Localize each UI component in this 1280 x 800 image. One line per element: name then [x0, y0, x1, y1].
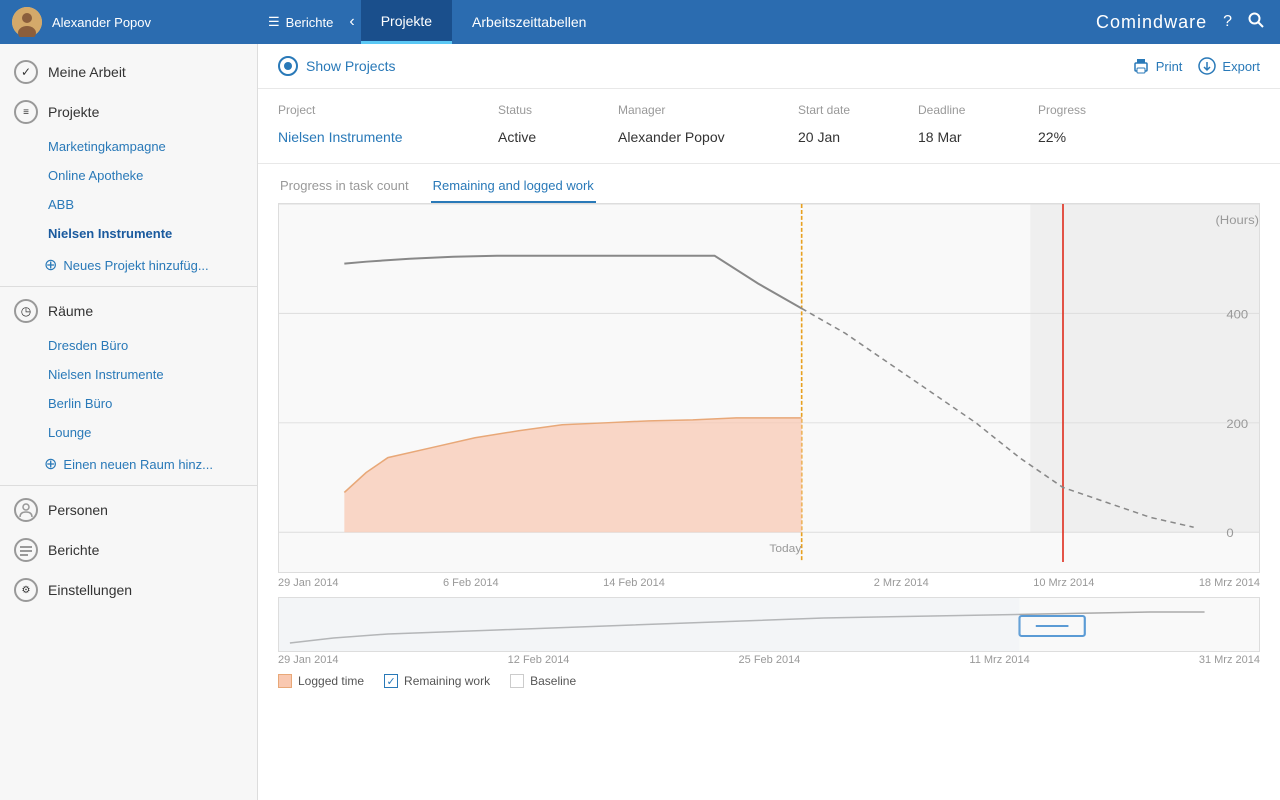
sidebar-item-projekte[interactable]: ≡ Projekte — [0, 92, 257, 132]
chart-svg: (Hours) 400 200 0 Today — [279, 204, 1259, 572]
svg-text:400: 400 — [1226, 308, 1248, 321]
sidebar-section-main: ✓ Meine Arbeit ≡ Projekte Marketingkampa… — [0, 44, 257, 618]
sidebar-item-nielsen-instrumente[interactable]: Nielsen Instrumente — [0, 219, 257, 248]
project-deadline: 18 Mar — [918, 129, 1038, 145]
einstellungen-icon: ⚙ — [14, 578, 38, 602]
top-nav-left: Alexander Popov — [0, 7, 258, 37]
sidebar: ✓ Meine Arbeit ≡ Projekte Marketingkampa… — [0, 44, 258, 800]
meine-arbeit-icon: ✓ — [14, 60, 38, 84]
raeume-icon: ◷ — [14, 299, 38, 323]
sidebar-item-einstellungen[interactable]: ⚙ Einstellungen — [0, 570, 257, 610]
export-button[interactable]: Export — [1198, 57, 1260, 75]
sidebar-divider-2 — [0, 485, 257, 486]
baseline-box — [510, 674, 524, 688]
logged-time-box — [278, 674, 292, 688]
main-layout: ✓ Meine Arbeit ≡ Projekte Marketingkampa… — [0, 44, 1280, 800]
sidebar-item-lounge[interactable]: Lounge — [0, 418, 257, 447]
sidebar-item-abb[interactable]: ABB — [0, 190, 257, 219]
table-row: Nielsen Instrumente Active Alexander Pop… — [278, 121, 1260, 153]
top-nav: Alexander Popov ☰ Berichte ‹ Projekte Ar… — [0, 0, 1280, 44]
avatar — [12, 7, 42, 37]
berichte-label: Berichte — [286, 15, 334, 30]
legend-remaining-work[interactable]: ✓ Remaining work — [384, 674, 490, 688]
sidebar-divider-1 — [0, 286, 257, 287]
project-manager: Alexander Popov — [618, 129, 798, 145]
nav-back[interactable]: ‹ — [343, 13, 360, 31]
mini-chart-x-labels: 29 Jan 2014 12 Feb 2014 25 Feb 2014 11 M… — [258, 652, 1280, 668]
berichte-icon — [14, 538, 38, 562]
sidebar-item-personen[interactable]: Personen — [0, 490, 257, 530]
sidebar-add-project[interactable]: ⊕ Neues Projekt hinzufüg... — [0, 248, 257, 282]
sidebar-item-berichte[interactable]: Berichte — [0, 530, 257, 570]
project-table: Project Status Manager Start date Deadli… — [258, 89, 1280, 164]
project-progress: 22% — [1038, 129, 1118, 145]
chart-legend: Logged time ✓ Remaining work Baseline — [258, 668, 1280, 694]
top-nav-tabs: ☰ Berichte ‹ Projekte Arbeitszeittabelle… — [258, 0, 1080, 44]
sidebar-item-dresden-buero[interactable]: Dresden Büro — [0, 331, 257, 360]
chart-tabs: Progress in task count Remaining and log… — [258, 164, 1280, 203]
content-area: Show Projects Print — [258, 44, 1280, 800]
project-start-date: 20 Jan — [798, 129, 918, 145]
projekte-icon: ≡ — [14, 100, 38, 124]
svg-text:Today: Today — [769, 544, 801, 555]
legend-logged-time[interactable]: Logged time — [278, 674, 364, 688]
hamburger-menu[interactable]: ☰ Berichte — [258, 0, 343, 44]
project-name-link[interactable]: Nielsen Instrumente — [278, 129, 498, 145]
export-icon — [1198, 57, 1216, 75]
sidebar-item-berlin-buero[interactable]: Berlin Büro — [0, 389, 257, 418]
show-projects-icon — [278, 56, 298, 76]
show-projects-button[interactable]: Show Projects — [278, 56, 395, 76]
tab-arbeitszeittabellen[interactable]: Arbeitszeittabellen — [452, 0, 606, 44]
chart-x-labels: 29 Jan 2014 6 Feb 2014 14 Feb 2014 2 Mrz… — [258, 573, 1280, 593]
personen-icon — [14, 498, 38, 522]
sidebar-item-meine-arbeit[interactable]: ✓ Meine Arbeit — [0, 52, 257, 92]
sidebar-add-room[interactable]: ⊕ Einen neuen Raum hinz... — [0, 447, 257, 481]
table-header: Project Status Manager Start date Deadli… — [278, 99, 1260, 121]
sidebar-item-raeume[interactable]: ◷ Räume — [0, 291, 257, 331]
tab-projekte[interactable]: Projekte — [361, 0, 452, 44]
search-icon[interactable] — [1248, 12, 1264, 33]
sidebar-item-marketingkampagne[interactable]: Marketingkampagne — [0, 132, 257, 161]
project-status: Active — [498, 129, 618, 145]
mini-chart — [278, 597, 1260, 652]
legend-baseline[interactable]: Baseline — [510, 674, 576, 688]
help-icon[interactable]: ? — [1223, 13, 1232, 31]
brand-name: Comindware — [1096, 12, 1207, 33]
top-nav-right: Comindware ? — [1080, 12, 1280, 33]
tab-remaining-logged-work[interactable]: Remaining and logged work — [431, 172, 596, 203]
remaining-work-checkbox[interactable]: ✓ — [384, 674, 398, 688]
sidebar-item-online-apotheke[interactable]: Online Apotheke — [0, 161, 257, 190]
sidebar-item-nielsen-instrumente-raum[interactable]: Nielsen Instrumente — [0, 360, 257, 389]
user-name: Alexander Popov — [52, 15, 151, 30]
content-header: Show Projects Print — [258, 44, 1280, 89]
main-chart: (Hours) 400 200 0 Today — [278, 203, 1260, 573]
svg-text:(Hours): (Hours) — [1215, 213, 1259, 226]
print-icon — [1132, 57, 1150, 75]
tab-progress-task-count[interactable]: Progress in task count — [278, 172, 411, 203]
mini-chart-svg — [279, 598, 1259, 652]
print-button[interactable]: Print — [1132, 57, 1183, 75]
header-actions: Print Export — [1132, 57, 1260, 75]
svg-text:200: 200 — [1226, 417, 1248, 430]
svg-text:0: 0 — [1226, 527, 1233, 540]
